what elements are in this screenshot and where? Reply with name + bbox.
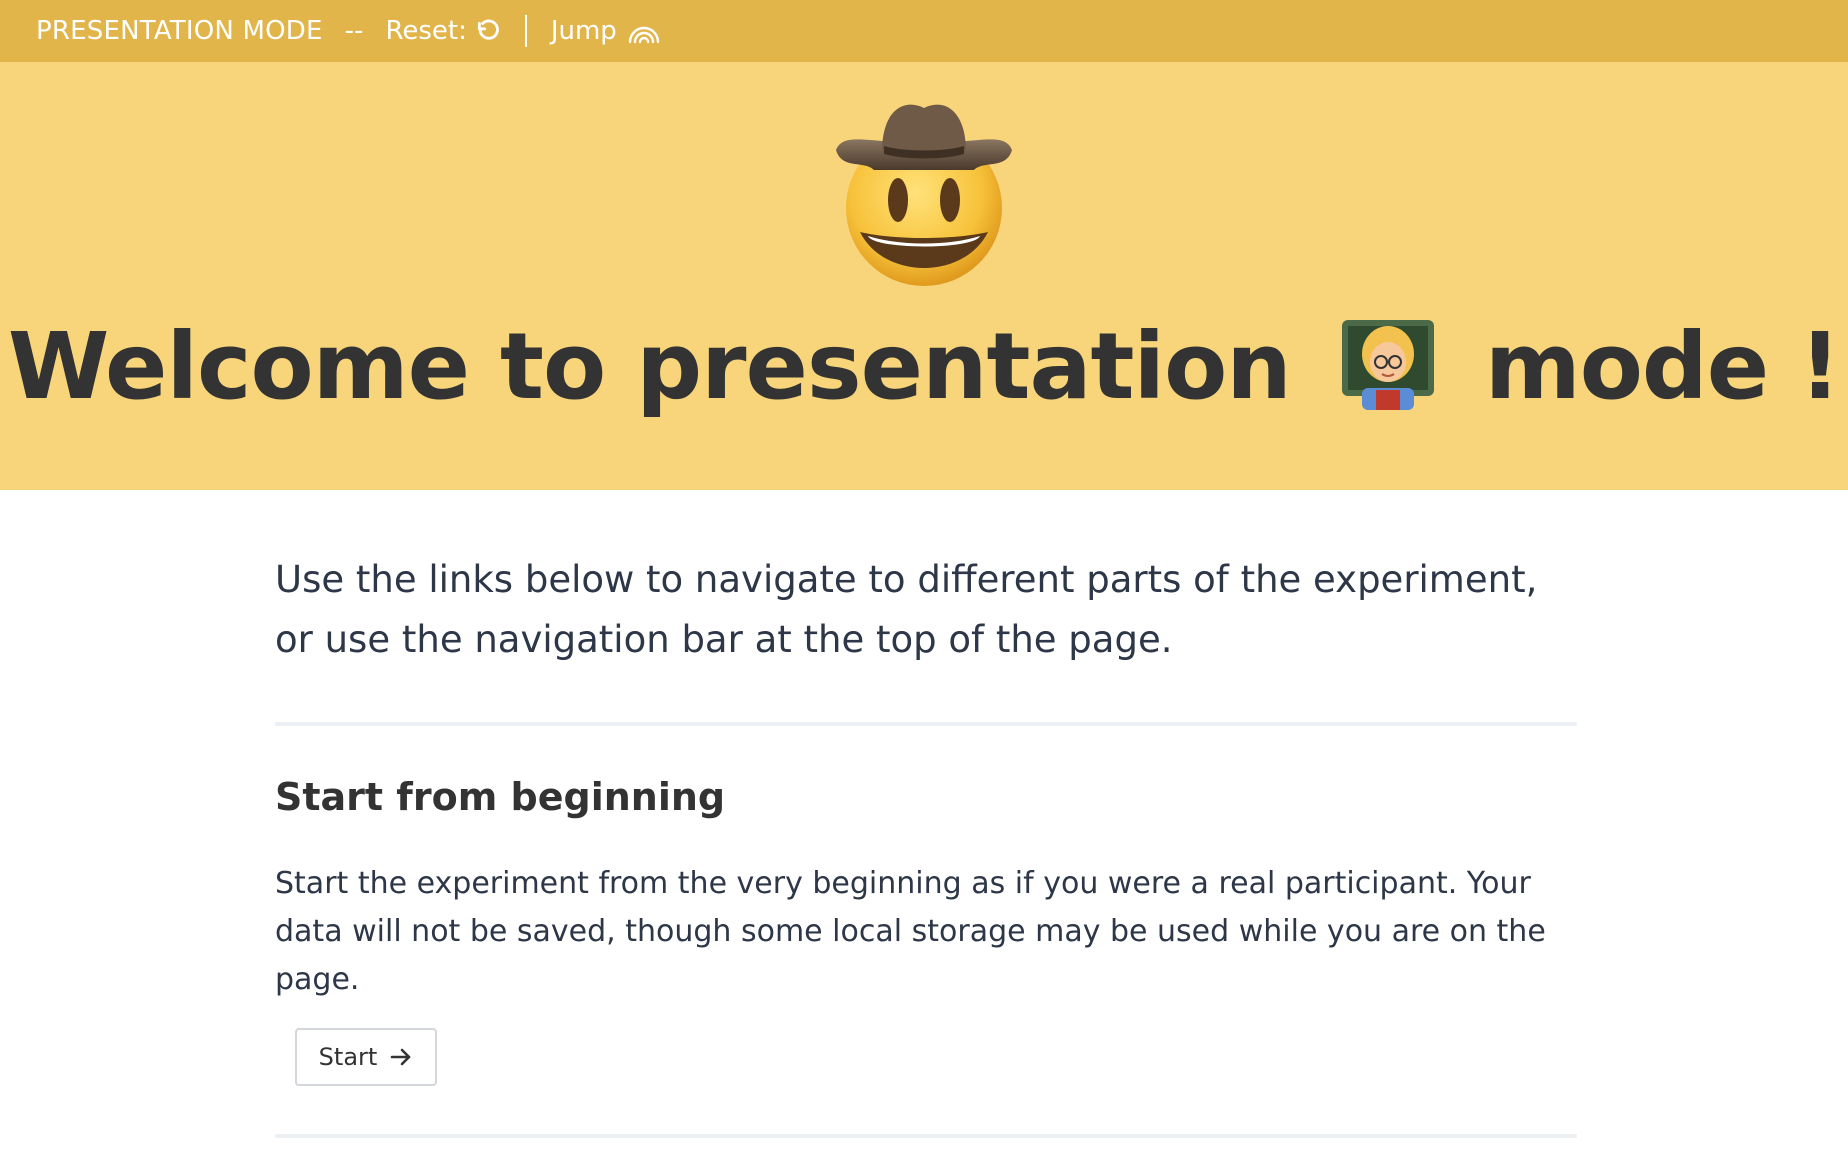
title-text-before: Welcome to presentation [7, 313, 1322, 420]
jump-button[interactable]: Jump [551, 16, 661, 46]
rainbow-icon [628, 26, 660, 44]
section-description: Start the experiment from the very begin… [275, 866, 1546, 997]
page-title: Welcome to presentation mode ! [0, 312, 1848, 422]
presentation-topbar: PRESENTATION MODE -- Reset: Jump [0, 0, 1848, 62]
start-button-label: Start [318, 1043, 378, 1071]
start-button[interactable]: Start [295, 1028, 437, 1086]
section-divider [275, 722, 1577, 726]
topbar-divider [524, 15, 527, 47]
main-content: Use the links below to navigate to diffe… [275, 490, 1577, 1138]
section-title: Start from beginning [275, 775, 726, 819]
reset-button[interactable]: Reset: [385, 16, 500, 46]
section-start-from-beginning: Start from beginning Start the experimen… [275, 772, 1577, 1086]
intro-text: Use the links below to navigate to diffe… [275, 558, 1538, 661]
title-text-after: mode ! [1453, 313, 1841, 420]
jump-label: Jump [550, 16, 617, 46]
rotate-ccw-icon [477, 19, 499, 40]
cowboy-hat-face-emoji [836, 104, 1012, 286]
topbar-separator: -- [344, 16, 364, 46]
presentation-mode-label: PRESENTATION MODE [36, 16, 323, 46]
section-divider [275, 1134, 1577, 1138]
woman-teacher-emoji [1341, 320, 1434, 410]
hero-banner: Welcome to presentation mode ! [0, 62, 1848, 490]
reset-label: Reset: [385, 16, 467, 46]
arrow-right-icon [391, 1048, 411, 1066]
